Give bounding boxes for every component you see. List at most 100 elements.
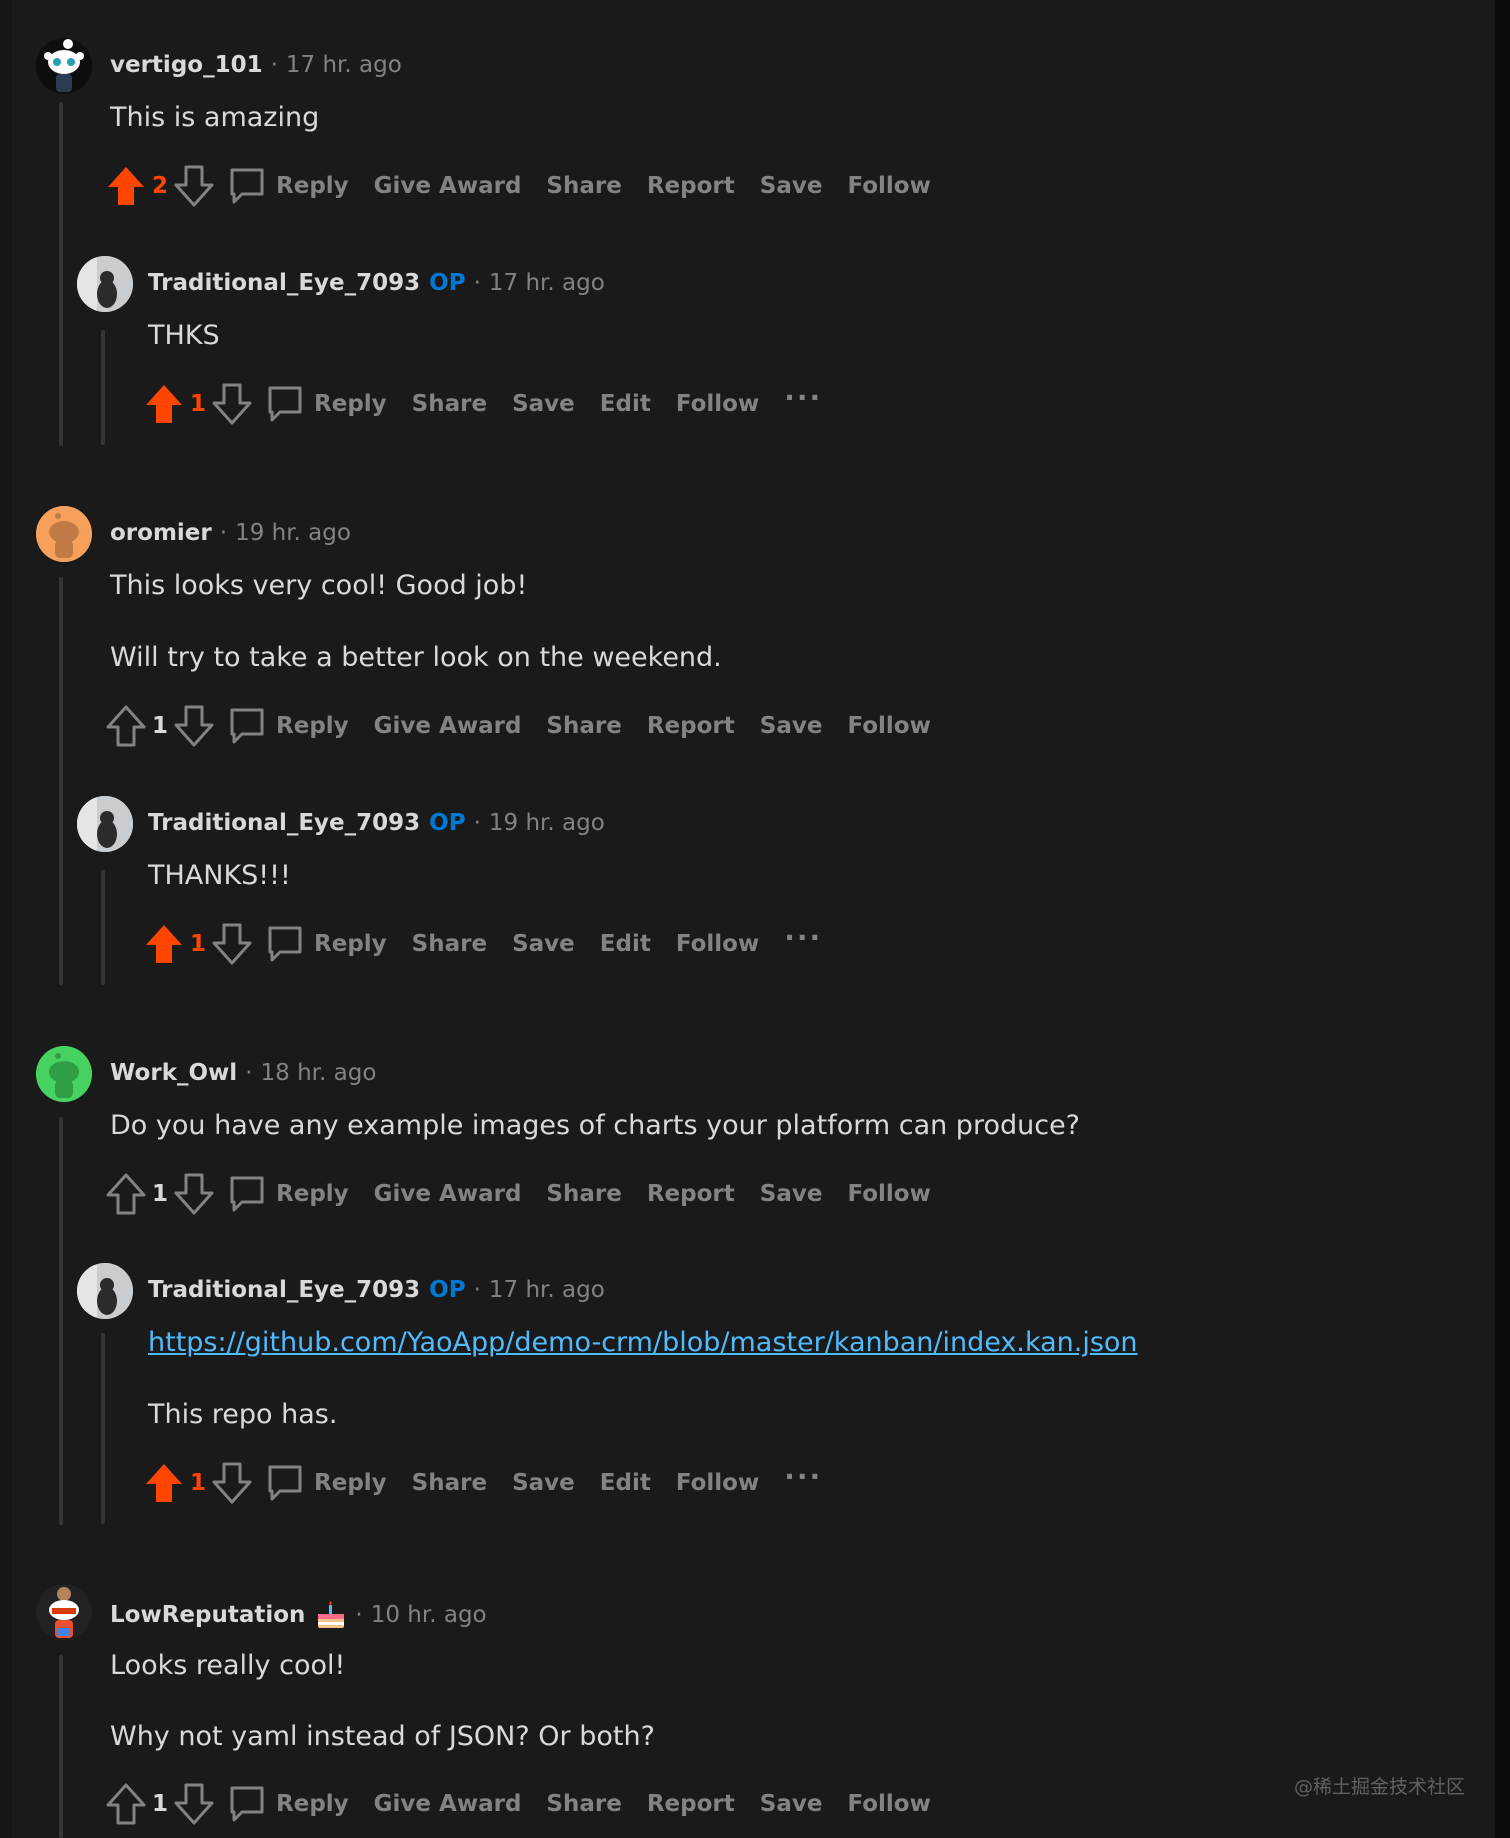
scrollbar-track[interactable] bbox=[1495, 0, 1510, 1838]
avatar[interactable] bbox=[77, 1263, 133, 1319]
report-button[interactable]: Report bbox=[647, 1181, 735, 1207]
give-award-button[interactable]: Give Award bbox=[374, 1791, 522, 1817]
avatar[interactable] bbox=[36, 506, 92, 562]
more-options-icon[interactable]: ··· bbox=[784, 1460, 822, 1493]
timestamp[interactable]: 18 hr. ago bbox=[261, 1060, 377, 1086]
reply-button[interactable]: Reply bbox=[266, 924, 387, 964]
timestamp[interactable]: 19 hr. ago bbox=[235, 520, 351, 546]
follow-button[interactable]: Follow bbox=[676, 931, 759, 957]
downvote-icon[interactable] bbox=[174, 705, 214, 747]
comment-meta: oromier · 19 hr. ago bbox=[110, 520, 351, 546]
comment-meta: LowReputation · 10 hr. ago bbox=[110, 1600, 487, 1630]
share-button[interactable]: Share bbox=[412, 1470, 487, 1496]
follow-button[interactable]: Follow bbox=[847, 713, 930, 739]
comment-actions: 1 Reply Share Save Edit Follow ··· bbox=[144, 1460, 822, 1504]
downvote-icon[interactable] bbox=[212, 923, 252, 965]
save-button[interactable]: Save bbox=[760, 1181, 823, 1207]
share-button[interactable]: Share bbox=[546, 1791, 621, 1817]
timestamp[interactable]: 17 hr. ago bbox=[286, 52, 402, 78]
comment-actions: 1 Reply Share Save Edit Follow ··· bbox=[144, 381, 822, 425]
separator-dot: · bbox=[473, 270, 481, 296]
downvote-icon[interactable] bbox=[174, 1173, 214, 1215]
snoo-avatar-icon bbox=[36, 1584, 92, 1640]
share-button[interactable]: Share bbox=[546, 1181, 621, 1207]
save-button[interactable]: Save bbox=[760, 173, 823, 199]
author-name[interactable]: Traditional_Eye_7093 bbox=[148, 270, 420, 296]
report-button[interactable]: Report bbox=[647, 173, 735, 199]
repo-link[interactable]: https://github.com/YaoApp/demo-crm/blob/… bbox=[148, 1327, 1138, 1358]
comment-text: THKS bbox=[148, 320, 220, 351]
timestamp[interactable]: 17 hr. ago bbox=[489, 270, 605, 296]
save-button[interactable]: Save bbox=[760, 1791, 823, 1817]
thread-line[interactable] bbox=[101, 330, 105, 445]
timestamp[interactable]: 10 hr. ago bbox=[371, 1602, 487, 1628]
author-name[interactable]: Work_Owl bbox=[110, 1060, 237, 1086]
avatar[interactable] bbox=[36, 1046, 92, 1102]
share-button[interactable]: Share bbox=[412, 931, 487, 957]
edit-button[interactable]: Edit bbox=[600, 391, 651, 417]
upvote-icon[interactable] bbox=[144, 1462, 184, 1504]
downvote-icon[interactable] bbox=[174, 165, 214, 207]
vote-controls: 1 bbox=[106, 1173, 214, 1215]
thread-line[interactable] bbox=[59, 1655, 63, 1838]
follow-button[interactable]: Follow bbox=[847, 1791, 930, 1817]
avatar[interactable] bbox=[77, 796, 133, 852]
vote-controls: 1 bbox=[106, 1783, 214, 1825]
save-button[interactable]: Save bbox=[512, 1470, 575, 1496]
report-button[interactable]: Report bbox=[647, 1791, 735, 1817]
reply-button[interactable]: Reply bbox=[266, 384, 387, 424]
comment-meta: Traditional_Eye_7093 OP · 19 hr. ago bbox=[148, 810, 605, 836]
avatar[interactable] bbox=[36, 38, 92, 94]
give-award-button[interactable]: Give Award bbox=[374, 1181, 522, 1207]
save-button[interactable]: Save bbox=[760, 713, 823, 739]
upvote-icon[interactable] bbox=[106, 165, 146, 207]
thread-line[interactable] bbox=[59, 1117, 63, 1525]
reply-button[interactable]: Reply bbox=[228, 166, 349, 206]
reply-button[interactable]: Reply bbox=[228, 1784, 349, 1824]
edit-button[interactable]: Edit bbox=[600, 931, 651, 957]
timestamp[interactable]: 19 hr. ago bbox=[489, 810, 605, 836]
give-award-button[interactable]: Give Award bbox=[374, 713, 522, 739]
report-button[interactable]: Report bbox=[647, 713, 735, 739]
thread-line[interactable] bbox=[101, 870, 105, 985]
follow-button[interactable]: Follow bbox=[847, 1181, 930, 1207]
share-button[interactable]: Share bbox=[412, 391, 487, 417]
upvote-icon[interactable] bbox=[144, 383, 184, 425]
share-button[interactable]: Share bbox=[546, 713, 621, 739]
follow-button[interactable]: Follow bbox=[676, 391, 759, 417]
downvote-icon[interactable] bbox=[212, 383, 252, 425]
reply-button[interactable]: Reply bbox=[228, 706, 349, 746]
save-button[interactable]: Save bbox=[512, 391, 575, 417]
author-name[interactable]: vertigo_101 bbox=[110, 52, 263, 78]
reply-button[interactable]: Reply bbox=[228, 1174, 349, 1214]
more-options-icon[interactable]: ··· bbox=[784, 921, 822, 954]
save-button[interactable]: Save bbox=[512, 931, 575, 957]
author-name[interactable]: oromier bbox=[110, 520, 212, 546]
upvote-icon[interactable] bbox=[106, 705, 146, 747]
more-options-icon[interactable]: ··· bbox=[784, 381, 822, 414]
comment-bubble-icon bbox=[230, 168, 264, 204]
downvote-icon[interactable] bbox=[212, 1462, 252, 1504]
avatar[interactable] bbox=[36, 1584, 92, 1640]
comment-text: THANKS!!! bbox=[148, 860, 291, 891]
thread-line[interactable] bbox=[101, 1333, 105, 1524]
share-button[interactable]: Share bbox=[546, 173, 621, 199]
upvote-icon[interactable] bbox=[106, 1783, 146, 1825]
thread-line[interactable] bbox=[59, 102, 63, 446]
timestamp[interactable]: 17 hr. ago bbox=[489, 1277, 605, 1303]
follow-button[interactable]: Follow bbox=[847, 173, 930, 199]
reply-button[interactable]: Reply bbox=[266, 1463, 387, 1503]
author-name[interactable]: Traditional_Eye_7093 bbox=[148, 810, 420, 836]
cat-photo-avatar-icon bbox=[77, 1263, 133, 1319]
author-name[interactable]: Traditional_Eye_7093 bbox=[148, 1277, 420, 1303]
comment-bubble-icon bbox=[268, 386, 302, 422]
upvote-icon[interactable] bbox=[144, 923, 184, 965]
avatar[interactable] bbox=[77, 256, 133, 312]
give-award-button[interactable]: Give Award bbox=[374, 173, 522, 199]
thread-line[interactable] bbox=[59, 577, 63, 985]
follow-button[interactable]: Follow bbox=[676, 1470, 759, 1496]
edit-button[interactable]: Edit bbox=[600, 1470, 651, 1496]
author-name[interactable]: LowReputation bbox=[110, 1602, 305, 1628]
upvote-icon[interactable] bbox=[106, 1173, 146, 1215]
downvote-icon[interactable] bbox=[174, 1783, 214, 1825]
